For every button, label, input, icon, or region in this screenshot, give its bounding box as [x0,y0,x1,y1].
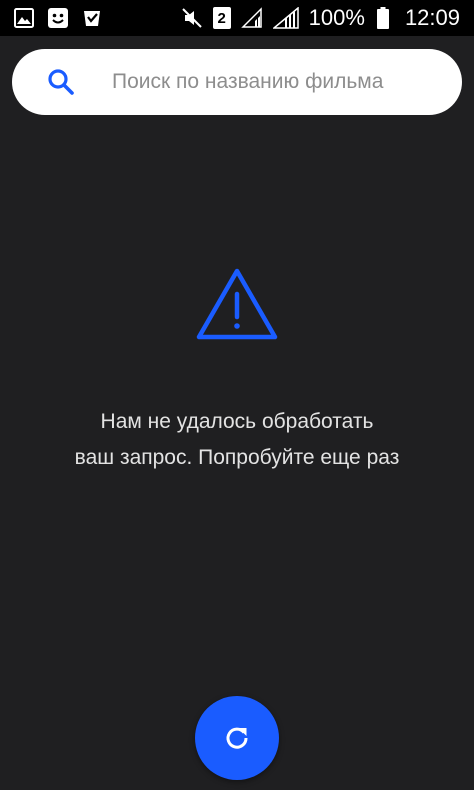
error-message-line-1: Нам не удалось обработать [100,410,374,433]
gallery-icon [14,8,34,28]
smiley-icon [48,8,68,28]
mute-icon [181,8,202,28]
check-bag-icon [84,11,100,26]
sim-2-icon: 2 [212,7,231,29]
signal-icon [240,7,262,28]
clock: 12:09 [404,5,460,30]
search-input[interactable] [112,70,432,94]
search-bar[interactable] [12,49,462,115]
error-message: Нам не удалось обработать ваш запрос. По… [0,404,474,476]
battery-icon [376,7,389,29]
error-message-line-2: ваш запрос. Попробуйте еще раз [74,446,400,469]
refresh-button[interactable] [195,696,279,780]
battery-percent: 100% [308,5,365,30]
warning-triangle-icon [196,268,278,340]
status-bar: 2 100% 12:09 [0,0,474,36]
status-bar-system: 2 100% 12:09 [181,7,460,29]
signal-full-icon [272,7,299,29]
refresh-icon [226,727,248,749]
search-icon[interactable] [46,67,76,97]
sim-slot-number: 2 [217,9,226,27]
status-bar-notifications [14,8,102,28]
